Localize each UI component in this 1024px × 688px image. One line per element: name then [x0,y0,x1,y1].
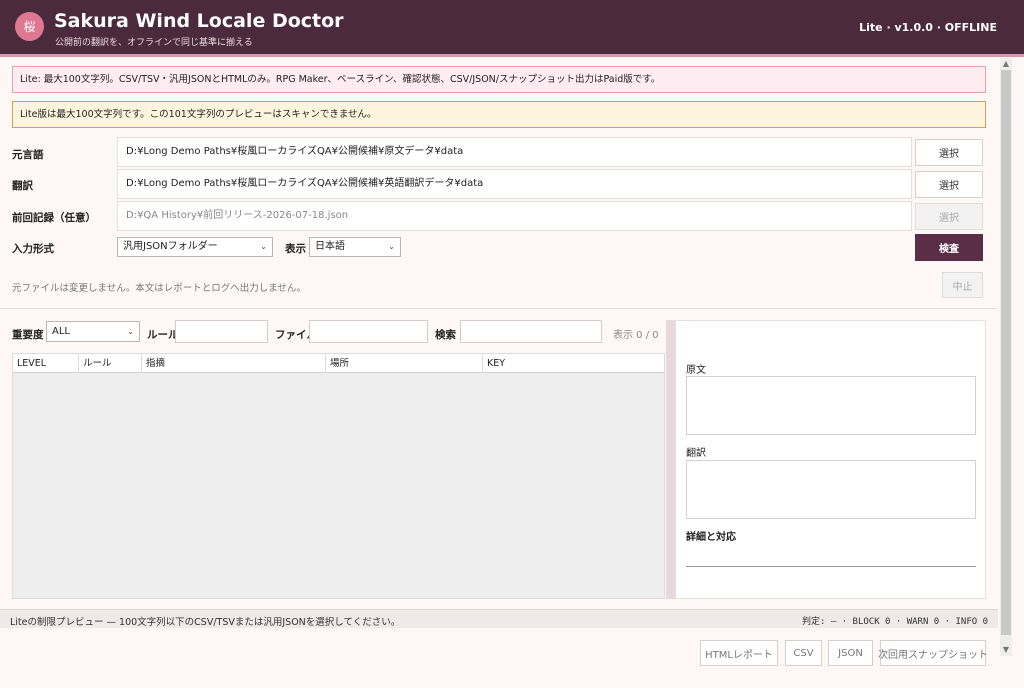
html-report-button[interactable]: HTMLレポート [700,640,778,666]
translation-label: 翻訳 [12,180,33,192]
severity-select[interactable]: ALL ⌄ [46,321,140,342]
stop-button[interactable]: 中止 [942,272,983,298]
history-select-button[interactable]: 選択 [915,203,983,230]
scan-button[interactable]: 検査 [915,234,983,261]
file-filter-input[interactable] [309,320,428,343]
column-rule[interactable]: ルール [79,354,142,373]
warning-notice: Lite版は最大100文字列です。この101文字列のプレビューはスキャンできませ… [12,101,986,128]
sakura-logo-icon: 桜 [15,12,44,41]
rule-filter-input[interactable] [175,320,268,343]
input-format-value: 汎用JSONフォルダー [123,241,218,252]
severity-value: ALL [52,326,70,337]
display-label: 表示 [285,243,306,255]
chevron-down-icon: ⌄ [388,242,395,251]
snapshot-button[interactable]: 次回用スナップショット [878,640,988,666]
status-message: Liteの制限プレビュー — 100文字列以下のCSV/TSVまたは汎用JSON… [10,617,401,628]
display-language-value: 日本語 [315,241,345,252]
column-issue[interactable]: 指摘 [142,354,326,373]
input-format-label: 入力形式 [12,243,54,255]
csv-export-button[interactable]: CSV [785,640,822,666]
severity-filter-label: 重要度 [12,329,44,341]
header-accent-line [0,54,1024,57]
display-language-select[interactable]: 日本語 ⌄ [309,237,401,257]
translation-path-field[interactable]: D:¥Long Demo Paths¥桜風ローカライズQA¥公開候補¥英語翻訳デ… [117,169,912,199]
panel-splitter[interactable] [666,320,675,599]
app-header: 桜 Sakura Wind Locale Doctor 公開前の翻訳を、オフライ… [0,0,1024,54]
table-header: LEVEL ルール 指摘 場所 KEY [13,354,664,373]
detail-notes-underline [686,566,976,567]
section-divider [0,308,998,309]
app-subtitle: 公開前の翻訳を、オフラインで同じ基準に揃える [55,38,253,48]
chevron-down-icon: ⌄ [260,242,267,251]
detail-source-label: 原文 [686,365,706,376]
detail-translation-label: 翻訳 [686,448,706,459]
app-title: Sakura Wind Locale Doctor [54,10,344,32]
rule-filter-label: ルール [147,329,179,341]
result-count: 表示 0 / 0 [613,330,659,341]
verdict-summary: 判定: — · BLOCK 0 · WARN 0 · INFO 0 [802,617,988,627]
lite-limit-notice: Lite: 最大100文字列。CSV/TSV・汎用JSONとHTMLのみ。RPG… [12,66,986,93]
status-bar: Liteの制限プレビュー — 100文字列以下のCSV/TSVまたは汎用JSON… [0,609,998,628]
column-key[interactable]: KEY [483,354,664,373]
column-location[interactable]: 場所 [326,354,483,373]
history-label: 前回記録（任意） [12,212,96,224]
results-table[interactable]: LEVEL ルール 指摘 場所 KEY [12,353,665,599]
history-path-field[interactable]: D:¥QA History¥前回リリース-2026-07-18.json [117,201,912,231]
scroll-down-arrow-icon[interactable]: ▼ [1000,644,1012,656]
search-filter-label: 検索 [435,329,456,341]
search-input[interactable] [460,320,602,343]
detail-source-box[interactable] [686,376,976,435]
safety-hint: 元ファイルは変更しません。本文はレポートとログへ出力しません。 [12,283,306,294]
vertical-scrollbar[interactable]: ▲ ▼ [1000,58,1012,656]
detail-notes-label: 詳細と対応 [686,532,736,543]
input-format-select[interactable]: 汎用JSONフォルダー ⌄ [117,237,273,257]
scroll-thumb[interactable] [1001,70,1011,635]
translation-select-button[interactable]: 選択 [915,171,983,198]
json-export-button[interactable]: JSON [828,640,873,666]
detail-translation-box[interactable] [686,460,976,519]
source-select-button[interactable]: 選択 [915,139,983,166]
detail-panel: 原文 翻訳 詳細と対応 [675,320,986,599]
source-path-field[interactable]: D:¥Long Demo Paths¥桜風ローカライズQA¥公開候補¥原文データ… [117,137,912,167]
source-language-label: 元言語 [12,149,44,161]
chevron-down-icon: ⌄ [127,327,134,336]
scroll-up-arrow-icon[interactable]: ▲ [1000,58,1012,70]
column-level[interactable]: LEVEL [13,354,79,373]
version-label: Lite · v1.0.0 · OFFLINE [859,21,997,34]
